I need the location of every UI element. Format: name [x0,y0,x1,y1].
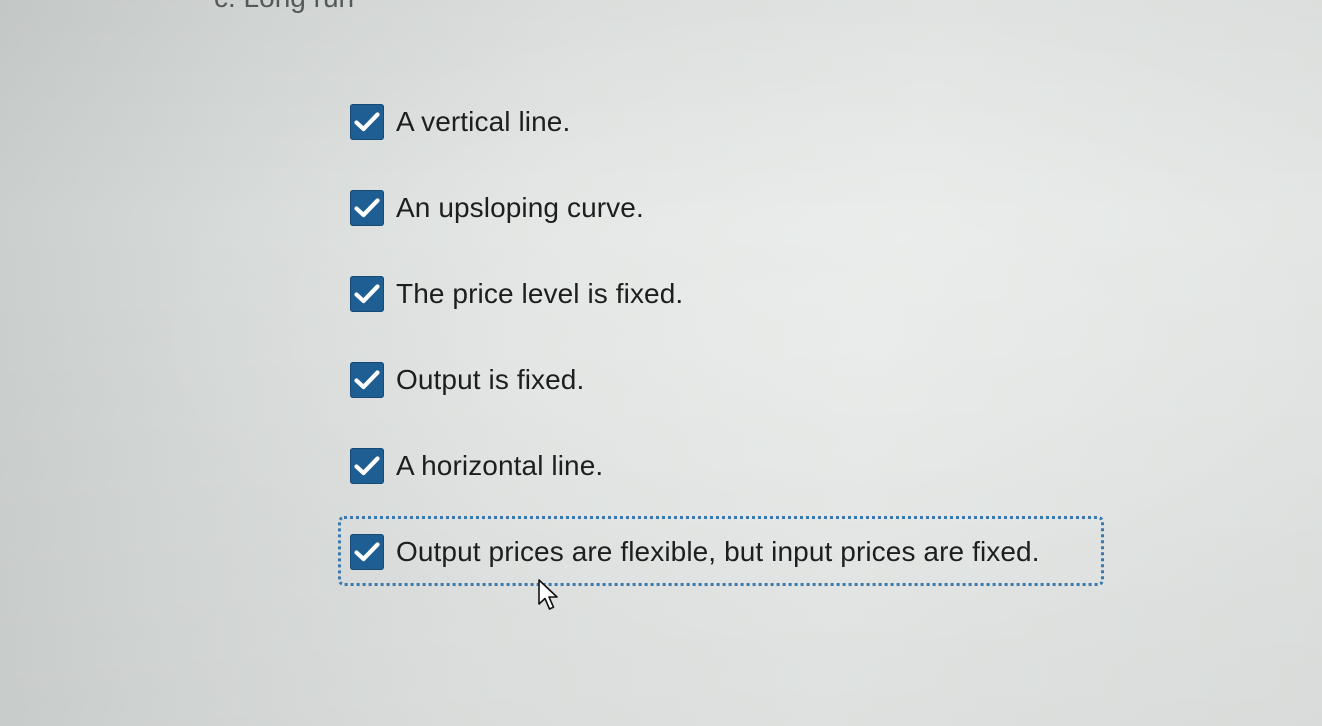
background-shading [0,0,1322,726]
checkbox-checked[interactable] [350,448,384,484]
option-upsloping-curve[interactable]: An upsloping curve. [350,188,644,228]
option-label: A vertical line. [396,106,571,137]
checkmark-icon [354,456,380,476]
checkmark-icon [354,198,380,218]
checkmark-icon [354,370,380,390]
option-label: An upsloping curve. [396,192,644,223]
checkmark-icon [354,112,380,132]
question-part-title: c. Long run [214,0,354,14]
option-label: Output is fixed. [396,364,585,395]
keyboard-focus-outline [338,516,1104,586]
checkbox-checked[interactable] [350,362,384,398]
mouse-pointer-icon [538,579,558,610]
option-label: A horizontal line. [396,450,604,481]
checkbox-checked[interactable] [350,104,384,140]
option-vertical-line[interactable]: A vertical line. [350,102,570,142]
option-horizontal-line[interactable]: A horizontal line. [350,446,603,486]
option-label: The price level is fixed. [396,278,684,309]
checkbox-checked[interactable] [350,276,384,312]
option-price-level-fixed[interactable]: The price level is fixed. [350,274,683,314]
option-output-fixed[interactable]: Output is fixed. [350,360,584,400]
checkbox-checked[interactable] [350,190,384,226]
checkmark-icon [354,284,380,304]
